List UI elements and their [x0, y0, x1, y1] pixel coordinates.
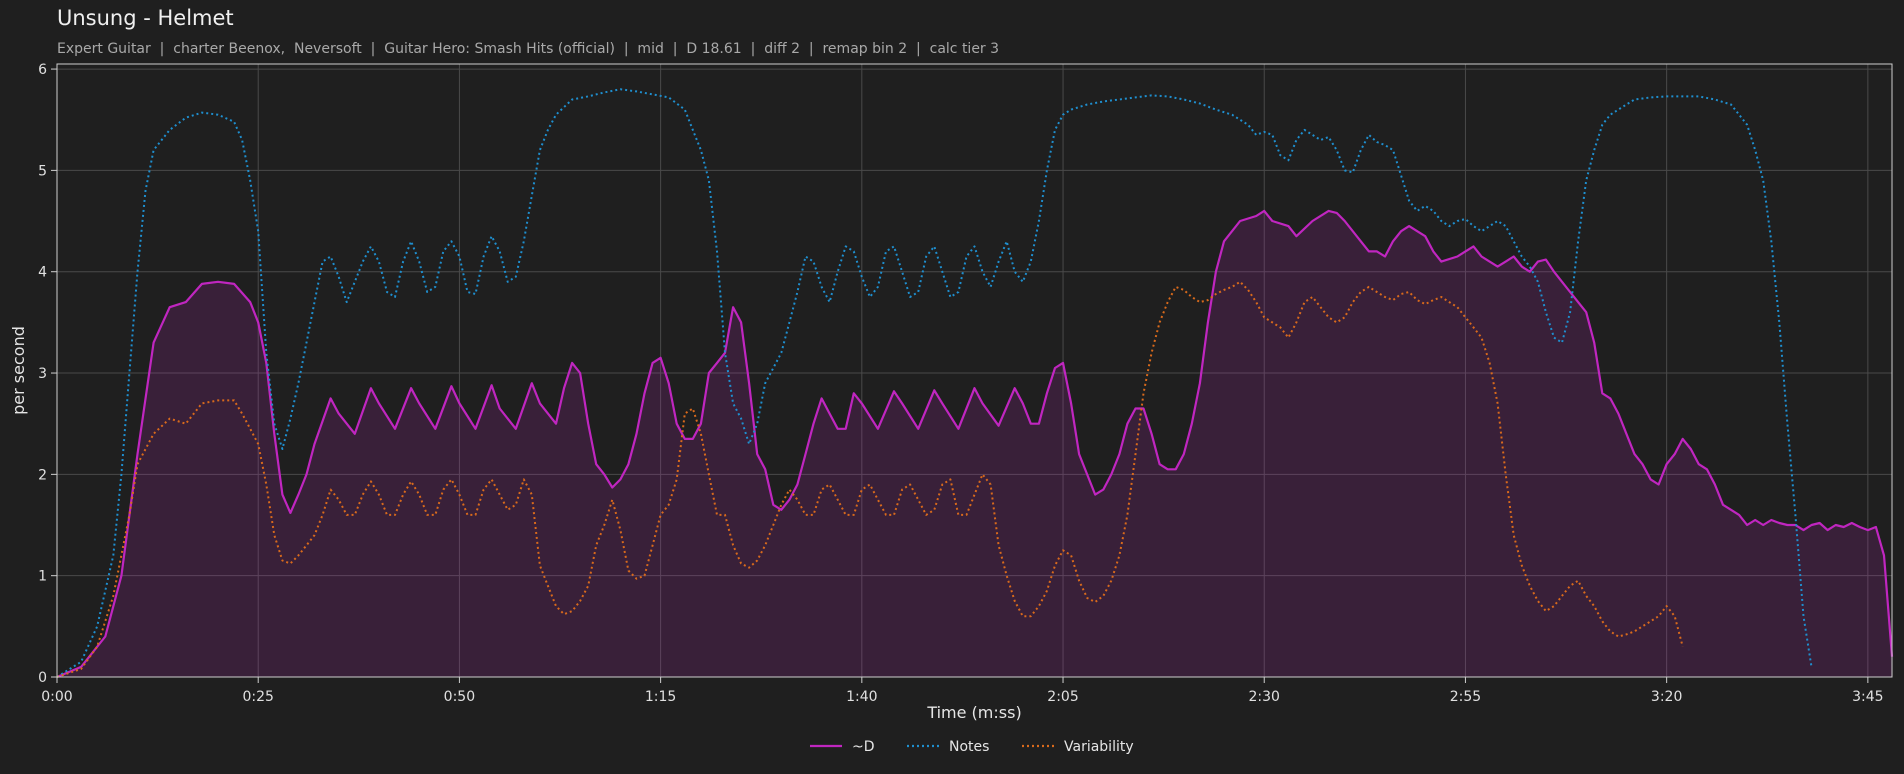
x-tick-label: 3:20 [1651, 689, 1682, 705]
series-fill-0 [57, 210, 1892, 677]
y-axis-ticks: 0 1 2 3 4 5 6 [38, 62, 57, 686]
y-tick-label: 2 [38, 467, 47, 483]
x-tick-label: 3:45 [1852, 689, 1883, 705]
x-tick-label: 1:15 [645, 689, 676, 705]
legend-label-2: Variability [1064, 739, 1134, 755]
legend-label-1: Notes [949, 739, 989, 755]
x-tick-label: 2:30 [1249, 689, 1280, 705]
y-tick-label: 6 [38, 62, 47, 78]
y-tick-label: 5 [38, 163, 47, 179]
legend: ~D Notes Variability [810, 739, 1134, 755]
legend-label-0: ~D [852, 739, 875, 755]
x-tick-label: 0:50 [444, 689, 475, 705]
y-tick-label: 1 [38, 569, 47, 585]
x-tick-label: 1:40 [846, 689, 877, 705]
y-tick-label: 4 [38, 265, 47, 281]
x-axis-label: Time (m:ss) [926, 703, 1021, 722]
y-tick-label: 3 [38, 366, 47, 382]
x-tick-label: 0:00 [41, 689, 72, 705]
x-tick-label: 2:55 [1450, 689, 1481, 705]
x-tick-label: 0:25 [242, 689, 273, 705]
chart-canvas: 0:00 0:25 0:50 1:15 1:40 2:05 2:30 2:55 3:20 3:45… [9, 62, 1894, 755]
series-fills [57, 210, 1892, 677]
y-axis-label: per second [9, 326, 28, 415]
x-axis-ticks: 0:00 0:25 0:50 1:15 1:40 2:05 2:30 2:55 3:20 3:45 [41, 677, 1884, 705]
y-tick-label: 0 [38, 670, 47, 686]
x-tick-label: 2:05 [1047, 689, 1078, 705]
